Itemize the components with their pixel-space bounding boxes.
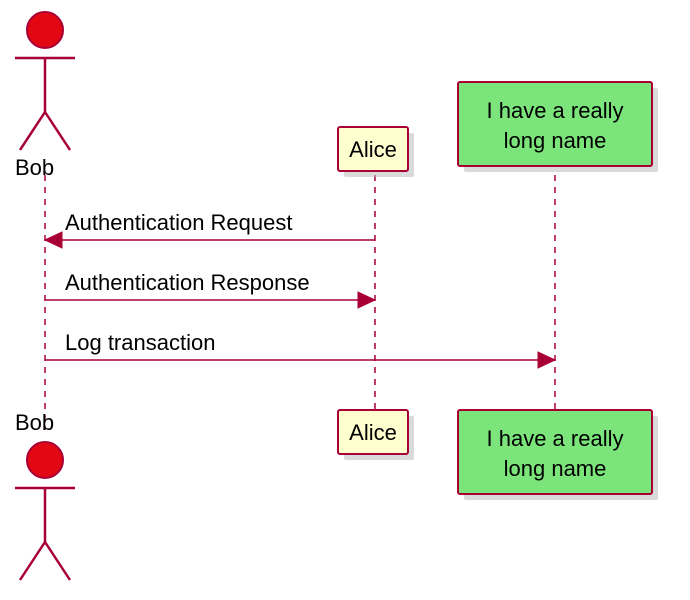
- participant-bob-top: Bob: [15, 12, 75, 180]
- actor-head-icon: [27, 12, 63, 48]
- participant-bob-label-bottom: Bob: [15, 410, 54, 435]
- sequence-diagram: Bob Alice I have a really long name Auth…: [0, 0, 690, 600]
- participant-long-bottom: I have a really long name: [458, 410, 658, 500]
- message-auth-response: Authentication Response: [45, 270, 375, 308]
- participant-alice-bottom: Alice: [338, 410, 414, 460]
- participant-alice-label-bottom: Alice: [349, 420, 397, 445]
- participant-long-label-line1: I have a really: [487, 98, 624, 123]
- arrowhead-icon: [538, 352, 555, 368]
- participant-bob-label: Bob: [15, 155, 54, 180]
- message-auth-request: Authentication Request: [45, 210, 375, 248]
- arrowhead-icon: [358, 292, 375, 308]
- message-auth-response-label: Authentication Response: [65, 270, 310, 295]
- participant-long-label-bottom-line2: long name: [504, 456, 607, 481]
- message-auth-request-label: Authentication Request: [65, 210, 293, 235]
- message-log-transaction: Log transaction: [45, 330, 555, 368]
- arrowhead-icon: [45, 232, 62, 248]
- participant-bob-bottom: Bob: [15, 410, 75, 580]
- actor-head-icon: [27, 442, 63, 478]
- participant-long-top: I have a really long name: [458, 82, 658, 172]
- participant-alice-label: Alice: [349, 137, 397, 162]
- message-log-transaction-label: Log transaction: [65, 330, 215, 355]
- participant-alice-top: Alice: [338, 127, 414, 177]
- participant-long-label-line2: long name: [504, 128, 607, 153]
- participant-long-label-bottom-line1: I have a really: [487, 426, 624, 451]
